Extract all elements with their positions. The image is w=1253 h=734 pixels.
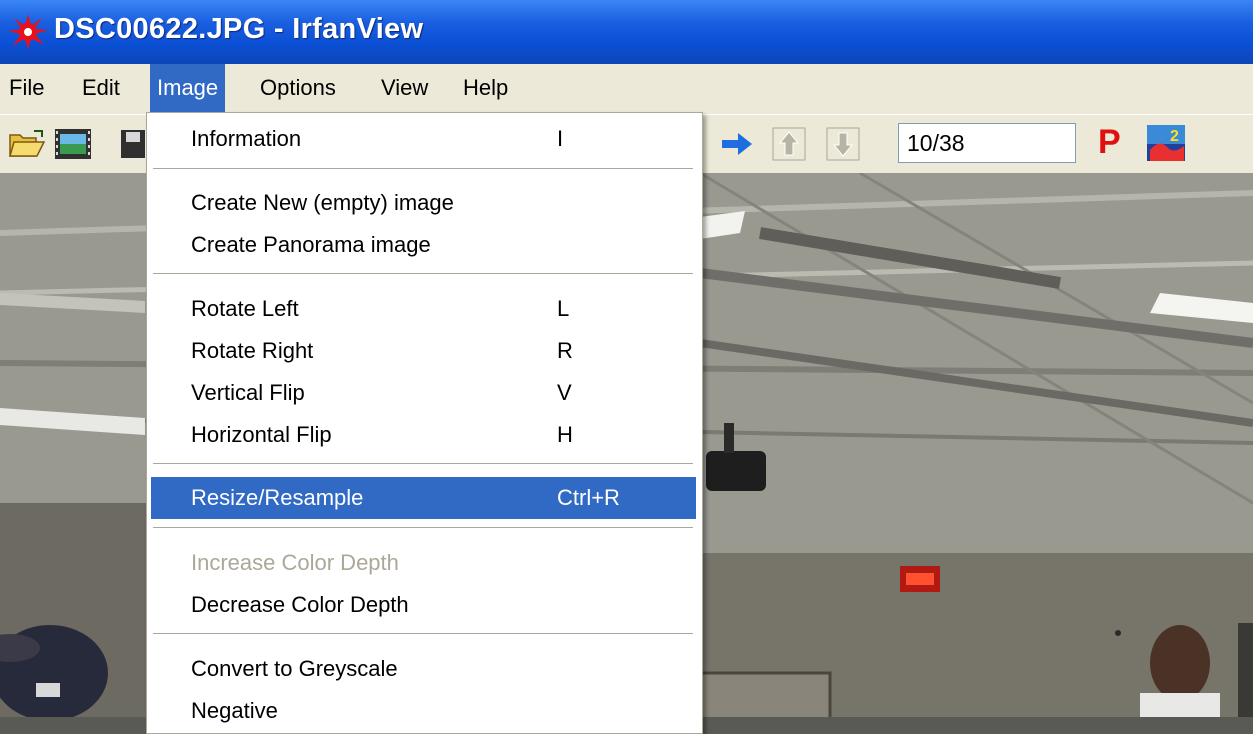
menu-item-shortcut: R [557, 338, 573, 363]
save-icon[interactable] [120, 129, 146, 159]
menu-item-label: Rotate Right [191, 338, 314, 363]
menu-item-label: Information [191, 126, 302, 151]
menu-item-resize-resample[interactable]: Resize/Resample Ctrl+R [151, 477, 696, 519]
menu-item-label: Rotate Left [191, 296, 299, 321]
menu-item-label: Horizontal Flip [191, 422, 332, 447]
menu-separator [153, 463, 693, 465]
menu-separator [153, 527, 693, 529]
menu-bar: File Edit Image Options View Help [0, 64, 1253, 114]
slideshow-icon[interactable] [54, 128, 92, 160]
up-arrow-icon[interactable] [772, 127, 806, 161]
menu-item-label: Resize/Resample [191, 485, 364, 510]
menu-item-shortcut: L [557, 296, 570, 321]
menu-item-label: Vertical Flip [191, 380, 305, 405]
menu-item-convert-greyscale[interactable]: Convert to Greyscale [151, 651, 696, 687]
menu-item-label: Increase Color Depth [191, 550, 399, 575]
window-title: DSC00622.JPG - IrfanView [54, 13, 424, 45]
down-arrow-icon[interactable] [826, 127, 860, 161]
open-folder-icon[interactable] [8, 129, 46, 159]
menu-file[interactable]: File [2, 64, 51, 114]
menu-separator [153, 273, 693, 275]
paint-p-icon[interactable]: P [1098, 123, 1121, 162]
menu-item-create-new-image[interactable]: Create New (empty) image [151, 185, 696, 221]
menu-options[interactable]: Options [253, 64, 343, 114]
title-bar: DSC00622.JPG - IrfanView [0, 0, 1253, 64]
menu-item-increase-color-depth: Increase Color Depth [151, 545, 696, 581]
menu-view[interactable]: View [374, 64, 435, 114]
menu-item-create-panorama[interactable]: Create Panorama image [151, 227, 696, 263]
menu-item-label: Create Panorama image [191, 232, 431, 257]
menu-item-negative[interactable]: Negative [151, 693, 696, 729]
menu-item-shortcut: I [557, 126, 564, 151]
irfanview-logo-icon[interactable] [6, 12, 50, 52]
menu-item-shortcut: Ctrl+R [557, 485, 620, 510]
image-counter-field[interactable]: 10/38 [898, 123, 1076, 163]
image-menu-dropdown: Information I Create New (empty) image C… [146, 112, 703, 734]
menu-item-label: Negative [191, 698, 278, 723]
menu-item-horizontal-flip[interactable]: Horizontal Flip H [151, 417, 696, 453]
menu-item-rotate-left[interactable]: Rotate Left L [151, 291, 696, 327]
menu-item-shortcut: V [557, 380, 572, 405]
menu-edit[interactable]: Edit [75, 64, 127, 114]
menu-image[interactable]: Image [150, 64, 226, 114]
menu-item-label: Convert to Greyscale [191, 656, 398, 681]
irfanview-icon[interactable]: 2 [1146, 124, 1186, 162]
svg-text:2: 2 [1170, 128, 1179, 145]
next-arrow-icon[interactable] [720, 131, 754, 157]
menu-item-information[interactable]: Information I [151, 121, 696, 157]
menu-help[interactable]: Help [456, 64, 515, 114]
menu-item-shortcut: H [557, 422, 573, 447]
menu-item-label: Decrease Color Depth [191, 592, 409, 617]
menu-separator [153, 633, 693, 635]
menu-item-vertical-flip[interactable]: Vertical Flip V [151, 375, 696, 411]
menu-separator [153, 168, 693, 170]
menu-item-decrease-color-depth[interactable]: Decrease Color Depth [151, 587, 696, 623]
menu-item-rotate-right[interactable]: Rotate Right R [151, 333, 696, 369]
menu-item-label: Create New (empty) image [191, 190, 454, 215]
